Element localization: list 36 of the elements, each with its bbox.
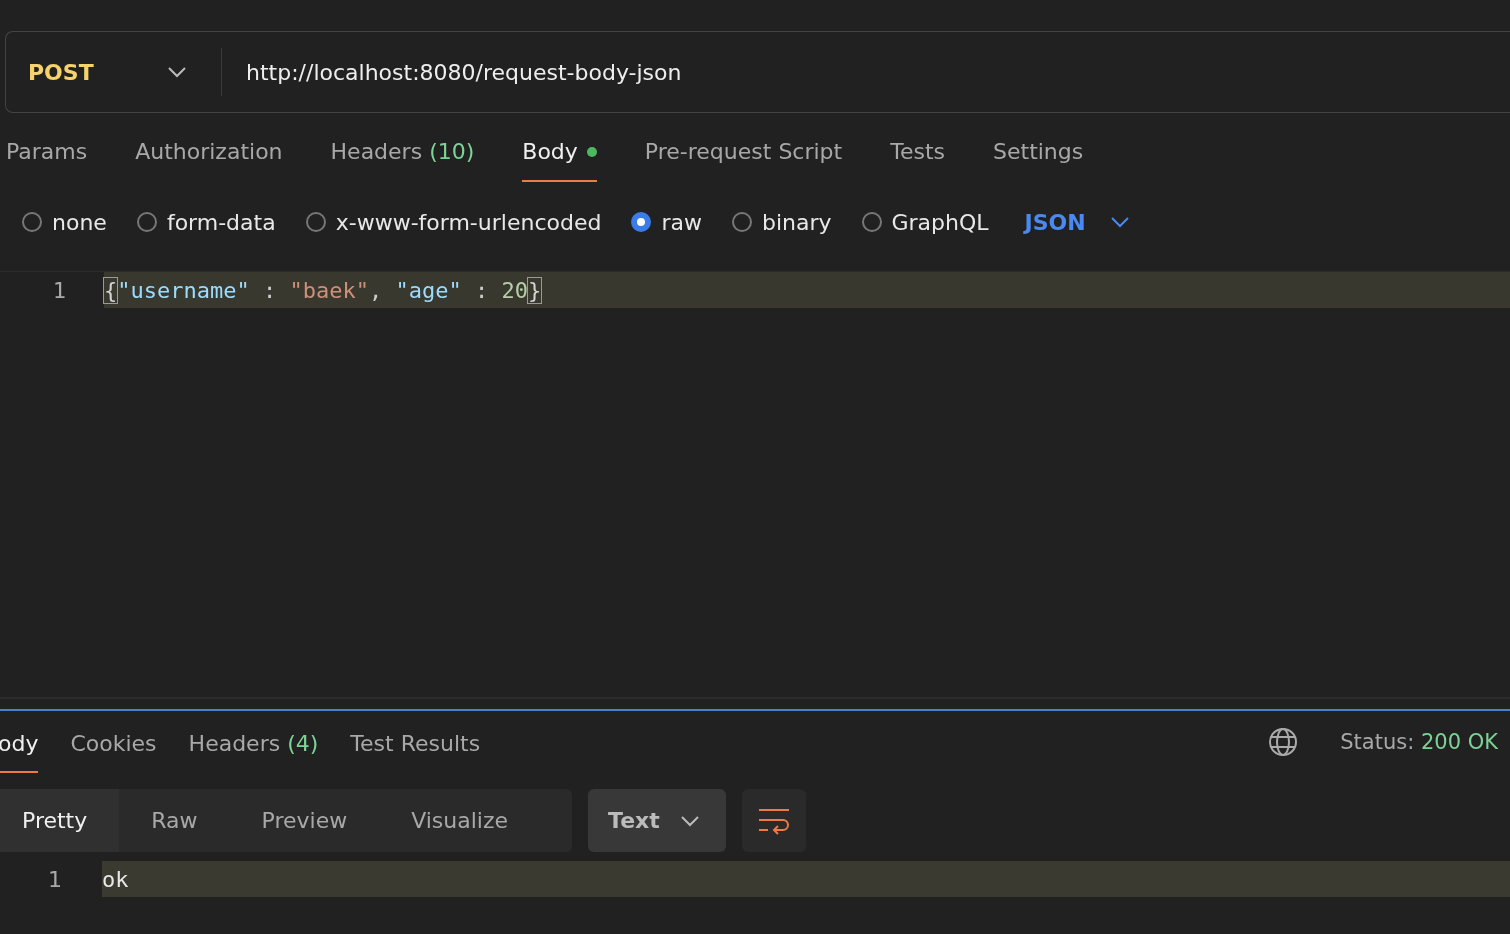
view-option[interactable]: Visualize — [379, 789, 541, 852]
request-tab[interactable]: Pre-request Script — [644, 139, 843, 182]
format-dropdown[interactable]: Text — [588, 789, 727, 852]
request-tab[interactable]: Authorization — [135, 139, 283, 182]
status-text: Status: 200 OK — [1340, 730, 1498, 754]
request-tab[interactable]: Headers (10) — [330, 139, 475, 182]
view-option[interactable]: Preview — [229, 789, 380, 852]
response-tab[interactable]: Headers (4) — [188, 711, 319, 773]
view-option[interactable]: Raw — [119, 789, 230, 852]
wrap-lines-icon — [758, 806, 791, 835]
chevron-down-icon — [167, 66, 187, 78]
globe-icon[interactable] — [1268, 727, 1299, 757]
body-type-radio[interactable]: form-data — [136, 209, 276, 235]
line-number: 1 — [47, 866, 63, 892]
request-tab[interactable]: Tests — [890, 139, 945, 182]
code-editor[interactable]: 1 {"username" : "baek", "age" : 20} — [0, 271, 1510, 699]
body-type-radio[interactable]: none — [22, 209, 107, 235]
line-number: 1 — [0, 272, 104, 308]
body-type-radio[interactable]: x-www-form-urlencoded — [305, 209, 602, 235]
chevron-down-icon — [1109, 216, 1130, 228]
view-option[interactable]: Pretty — [0, 789, 120, 852]
body-type-radio[interactable]: raw — [631, 209, 702, 235]
wrap-lines-button[interactable] — [742, 789, 807, 852]
response-tab[interactable]: Test Results — [350, 711, 481, 773]
request-tab[interactable]: Params — [6, 139, 88, 182]
method-dropdown[interactable]: POST — [6, 59, 221, 85]
response-tab[interactable]: ody — [0, 711, 39, 773]
request-tab[interactable]: Body — [522, 139, 597, 182]
request-tab[interactable]: Settings — [993, 139, 1084, 182]
format-dropdown[interactable]: JSON — [1024, 209, 1130, 235]
chevron-down-icon — [680, 814, 701, 827]
body-type-radio[interactable]: GraphQL — [861, 209, 989, 235]
response-tab[interactable]: Cookies — [70, 711, 157, 773]
code-line: {"username" : "baek", "age" : 20} — [104, 277, 542, 303]
url-field[interactable]: POST http://localhost:8080/request-body-json — [5, 31, 1510, 113]
body-type-radio[interactable]: binary — [731, 209, 832, 235]
